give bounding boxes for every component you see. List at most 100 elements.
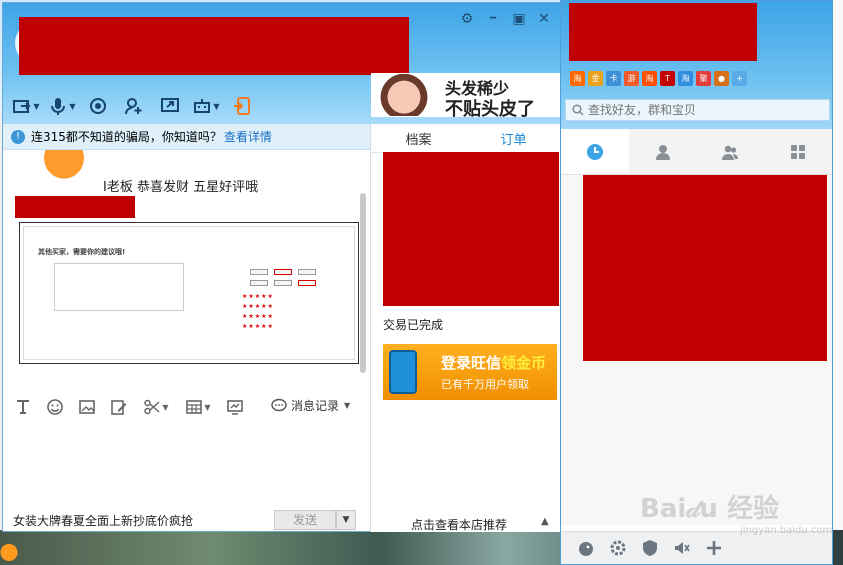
speaker-icon [675, 542, 690, 554]
background-window-edge [832, 0, 843, 530]
side-tabs: 档案 订单 [371, 130, 561, 152]
microphone-icon [51, 98, 66, 115]
gear-icon [610, 540, 626, 556]
chevron-down-icon: ▼ [33, 101, 40, 111]
add-button[interactable] [703, 537, 725, 559]
app-shortcuts: 淘 金 卡 游 淘 T 淘 聚 ● + [570, 71, 747, 86]
smiley-icon [47, 399, 63, 415]
app-ad-icon[interactable]: ● [714, 71, 729, 86]
chat-bubble-icon [271, 398, 287, 411]
message-text: I老板 恭喜发财 五星好评哦 [103, 180, 259, 195]
add-user-icon [125, 98, 142, 115]
presentation-button[interactable] [225, 397, 245, 417]
info-icon: ! [11, 129, 25, 144]
rating-option [274, 280, 292, 286]
app-tmall-icon[interactable]: T [660, 71, 675, 86]
chevron-up-icon[interactable]: ▲ [541, 516, 549, 527]
emoji-button[interactable] [45, 397, 65, 417]
send-options-chevron-icon[interactable]: ▼ [336, 510, 356, 530]
folder-send-icon [13, 100, 31, 113]
friend-search-input[interactable] [588, 103, 808, 117]
recent-contacts-list[interactable] [561, 175, 832, 525]
scissors-icon [144, 399, 160, 415]
phone-transfer-icon [234, 97, 250, 115]
chevron-down-icon: ▼ [69, 101, 76, 111]
friend-search-box[interactable] [565, 99, 830, 121]
edit-button[interactable] [109, 397, 129, 417]
notice-detail-link[interactable]: 查看详情 [224, 128, 272, 145]
sticker-image [33, 150, 95, 190]
rating-option [298, 269, 316, 275]
message-history[interactable]: I老板 恭喜发财 五星好评哦 其他买家，需要你的建议哦! ★★★★★ ★★★★★… [3, 150, 370, 380]
add-contact-button[interactable] [119, 93, 149, 119]
app-game-icon[interactable]: 游 [624, 71, 639, 86]
taskbar-fox-icon[interactable] [0, 540, 18, 565]
main-menu-button[interactable] [575, 537, 597, 559]
remote-assist-button[interactable]: ▼ [191, 93, 221, 119]
send-button[interactable]: 发送 [274, 510, 336, 530]
pencil-icon [111, 400, 127, 415]
robot-icon [194, 99, 211, 113]
message-input[interactable] [3, 423, 370, 508]
settings-gear-icon[interactable]: ⚙ [457, 9, 477, 29]
app-taobao2-icon[interactable]: 淘 [642, 71, 657, 86]
message-scrollbar[interactable] [360, 193, 366, 373]
image-button[interactable] [77, 397, 97, 417]
promo-headline-b: 领金币 [501, 354, 547, 372]
notice-text: 连315都不知道的骗局，你知道吗？ [31, 130, 222, 144]
sound-button[interactable] [671, 537, 693, 559]
maximize-icon[interactable]: ▣ [509, 9, 529, 29]
review-screenshot-image[interactable]: 其他买家，需要你的建议哦! ★★★★★ ★★★★★ ★★★★★ ★★★★★ [19, 222, 359, 364]
promo-headline-a: 登录旺信 [441, 354, 502, 372]
rating-stars: ★★★★★ [242, 313, 274, 320]
tab-profile[interactable]: 档案 [371, 130, 466, 152]
wangxin-promo-banner[interactable]: 登录旺信领金币 已有千万用户领取 [383, 344, 557, 400]
share-screen-button[interactable] [155, 93, 185, 119]
tab-contacts[interactable] [629, 129, 697, 174]
chevron-down-icon: ▼ [204, 402, 211, 412]
tab-apps[interactable] [764, 129, 832, 174]
notice-bar: ! 连315都不知道的骗局，你知道吗？ 查看详情 [3, 124, 370, 150]
calculator-button[interactable]: ▼ [183, 397, 213, 417]
plus-icon [707, 541, 721, 555]
app-card-icon[interactable]: 卡 [606, 71, 621, 86]
mobile-transfer-button[interactable] [227, 93, 257, 119]
wangwang-logo-icon [579, 542, 593, 556]
screen-share-icon [161, 98, 179, 112]
rating-option [274, 269, 292, 275]
trade-status: 交易已完成 [383, 318, 444, 332]
review-textbox-preview [54, 263, 184, 311]
tab-groups[interactable] [697, 129, 765, 174]
baidu-watermark-url: jingyan.baidu.com [740, 525, 833, 536]
promo-subtext: 已有千万用户领取 [441, 378, 529, 391]
tab-recent[interactable] [561, 129, 629, 174]
hair-ad-banner[interactable]: 头发稀少 不贴头皮了 [371, 73, 561, 117]
shop-recommend-link[interactable]: 点击查看本店推荐 [411, 516, 507, 533]
security-button[interactable] [639, 537, 661, 559]
app-coin-icon[interactable]: 金 [588, 71, 603, 86]
app-add-icon[interactable]: + [732, 71, 747, 86]
app-taobao3-icon[interactable]: 淘 [678, 71, 693, 86]
rating-option [298, 280, 316, 286]
footer-promo-text[interactable]: 女装大牌春夏全面上新抄底价疯抢 [13, 512, 193, 529]
recent-clock-icon [586, 143, 603, 160]
rating-stars: ★★★★★ [242, 293, 274, 300]
close-icon[interactable]: ✕ [534, 9, 554, 29]
minimize-icon[interactable]: ━ [483, 9, 503, 29]
redacted-user-profile [569, 3, 757, 61]
review-form-preview: 其他买家，需要你的建议哦! ★★★★★ ★★★★★ ★★★★★ ★★★★★ [23, 226, 355, 360]
send-file-button[interactable]: ▼ [11, 93, 41, 119]
voice-button[interactable]: ▼ [47, 93, 77, 119]
chat-header: ⚙ ━ ▣ ✕ 头发稀少 不贴头皮了 ▼ ▼ ▼ [3, 3, 561, 124]
app-taobao-icon[interactable]: 淘 [570, 71, 585, 86]
promo-headline: 登录旺信领金币 [441, 352, 546, 373]
app-ju-icon[interactable]: 聚 [696, 71, 711, 86]
board-icon [227, 400, 243, 415]
font-button[interactable] [13, 397, 33, 417]
video-button[interactable] [83, 93, 113, 119]
settings-button[interactable] [607, 537, 629, 559]
message-history-button[interactable]: 消息记录 ▼ [271, 397, 350, 414]
rating-option [250, 280, 268, 286]
tab-orders[interactable]: 订单 [466, 130, 561, 152]
screenshot-button[interactable]: ▼ [141, 397, 171, 417]
